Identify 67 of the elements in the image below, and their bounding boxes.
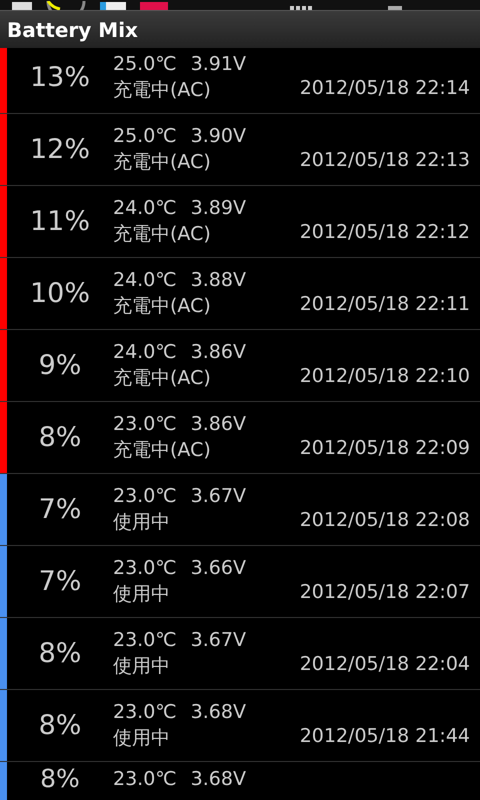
battery-percent: 7% xyxy=(38,566,82,597)
battery-percent: 10% xyxy=(30,278,90,309)
timestamp: 2012/05/18 22:04 xyxy=(300,652,470,676)
battery-percent: 8% xyxy=(38,710,82,741)
voltage: 3.90V xyxy=(190,124,246,146)
timestamp: 2012/05/18 22:11 xyxy=(300,292,470,316)
charge-status: 使用中 xyxy=(113,510,170,534)
timestamp: 2012/05/18 22:07 xyxy=(300,580,470,604)
timestamp: 2012/05/18 22:10 xyxy=(300,364,470,388)
battery-percent: 11% xyxy=(30,206,90,237)
temperature: 23.0℃ xyxy=(113,484,177,506)
voltage: 3.91V xyxy=(190,52,246,74)
temperature: 25.0℃ xyxy=(113,124,177,146)
record-row[interactable]: 7% 23.0℃ 3.67V 使用中 2012/05/18 22:08 xyxy=(0,474,480,546)
timestamp: 2012/05/18 22:14 xyxy=(300,76,470,100)
voltage: 3.88V xyxy=(190,268,246,290)
record-row[interactable]: 10% 24.0℃ 3.88V 充電中(AC) 2012/05/18 22:11 xyxy=(0,258,480,330)
record-row[interactable]: 7% 23.0℃ 3.66V 使用中 2012/05/18 22:07 xyxy=(0,546,480,618)
record-row[interactable]: 8% 23.0℃ 3.68V xyxy=(0,762,480,800)
temperature: 23.0℃ xyxy=(113,700,177,722)
voltage: 3.67V xyxy=(190,628,246,650)
timestamp: 2012/05/18 21:44 xyxy=(300,724,470,748)
charge-status: 充電中(AC) xyxy=(113,150,211,174)
record-row[interactable]: 13% 25.0℃ 3.91V 充電中(AC) 2012/05/18 22:14 xyxy=(0,48,480,114)
timestamp: 2012/05/18 22:08 xyxy=(300,508,470,532)
charge-status: 使用中 xyxy=(113,654,170,678)
battery-percent: 8% xyxy=(38,638,82,669)
temperature: 24.0℃ xyxy=(113,268,177,290)
charge-status: 充電中(AC) xyxy=(113,366,211,390)
charge-status: 充電中(AC) xyxy=(113,78,211,102)
battery-percent: 7% xyxy=(38,494,82,525)
voltage: 3.89V xyxy=(190,196,246,218)
battery-percent: 8% xyxy=(38,422,82,453)
battery-percent: 13% xyxy=(30,62,90,93)
battery-percent: 12% xyxy=(30,134,90,165)
temperature: 24.0℃ xyxy=(113,340,177,362)
voltage: 3.86V xyxy=(190,412,246,434)
battery-percent: 9% xyxy=(38,350,82,381)
voltage: 3.66V xyxy=(190,556,246,578)
voltage: 3.67V xyxy=(190,484,246,506)
record-row[interactable]: 11% 24.0℃ 3.89V 充電中(AC) 2012/05/18 22:12 xyxy=(0,186,480,258)
temperature: 23.0℃ xyxy=(113,768,177,790)
charge-status: 使用中 xyxy=(113,582,170,606)
record-row[interactable]: 8% 23.0℃ 3.86V 充電中(AC) 2012/05/18 22:09 xyxy=(0,402,480,474)
temperature: 23.0℃ xyxy=(113,556,177,578)
timestamp: 2012/05/18 22:09 xyxy=(300,436,470,460)
record-row[interactable]: 12% 25.0℃ 3.90V 充電中(AC) 2012/05/18 22:13 xyxy=(0,114,480,186)
record-row[interactable]: 8% 23.0℃ 3.68V 使用中 2012/05/18 21:44 xyxy=(0,690,480,762)
signal-icon xyxy=(290,6,314,10)
charge-status: 充電中(AC) xyxy=(113,294,211,318)
timestamp: 2012/05/18 22:13 xyxy=(300,148,470,172)
temperature: 23.0℃ xyxy=(113,628,177,650)
charge-status: 使用中 xyxy=(113,726,170,750)
charge-status: 充電中(AC) xyxy=(113,438,211,462)
window-title: Battery Mix xyxy=(7,20,138,40)
timestamp: 2012/05/18 22:12 xyxy=(300,220,470,244)
voltage: 3.68V xyxy=(190,768,246,790)
voltage: 3.86V xyxy=(190,340,246,362)
battery-percent: 8% xyxy=(40,764,80,793)
temperature: 24.0℃ xyxy=(113,196,177,218)
voltage: 3.68V xyxy=(190,700,246,722)
temperature: 23.0℃ xyxy=(113,412,177,434)
record-row[interactable]: 8% 23.0℃ 3.67V 使用中 2012/05/18 22:04 xyxy=(0,618,480,690)
record-row[interactable]: 9% 24.0℃ 3.86V 充電中(AC) 2012/05/18 22:10 xyxy=(0,330,480,402)
gauge-icon xyxy=(46,1,86,10)
charge-status: 充電中(AC) xyxy=(113,222,211,246)
temperature: 25.0℃ xyxy=(113,52,177,74)
